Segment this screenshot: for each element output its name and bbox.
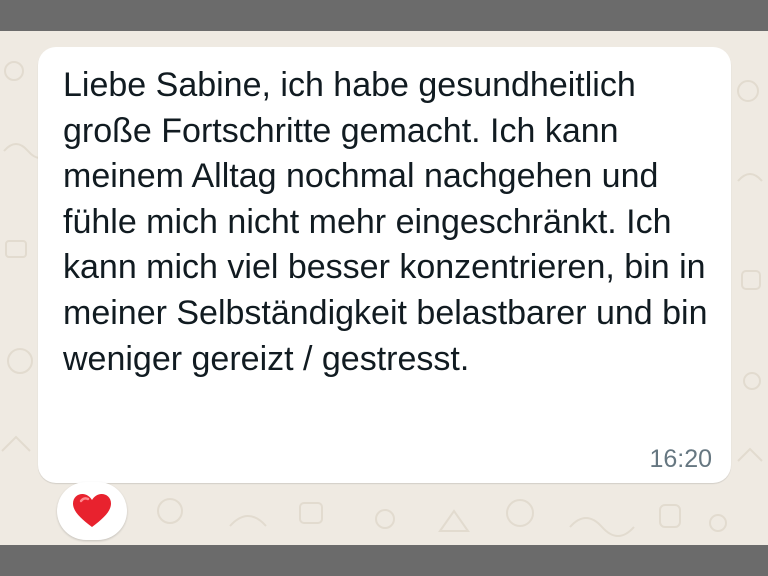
- message-timestamp: 16:20: [649, 445, 712, 473]
- bottom-frame-bar: [0, 545, 768, 576]
- top-frame-bar: [0, 0, 768, 31]
- reaction-badge[interactable]: [57, 482, 127, 540]
- heart-icon: [73, 494, 111, 527]
- chat-area[interactable]: Liebe Sabine, ich habe gesundheitlich gr…: [0, 31, 768, 545]
- message-text: Liebe Sabine, ich habe gesundheitlich gr…: [63, 66, 708, 378]
- message-bubble[interactable]: Liebe Sabine, ich habe gesundheitlich gr…: [38, 47, 731, 483]
